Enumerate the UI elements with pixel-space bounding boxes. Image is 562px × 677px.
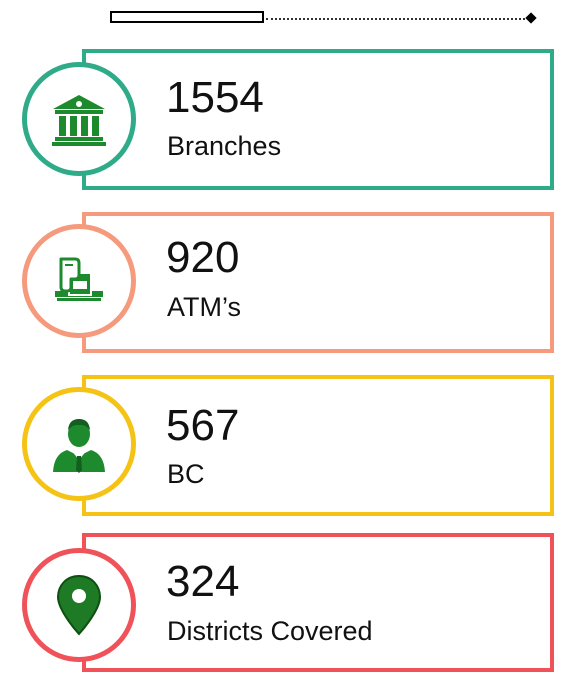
stat-label-atms: ATM’s xyxy=(167,292,241,322)
stat-box-branches xyxy=(82,49,554,190)
header-dotted-line xyxy=(266,18,529,20)
stat-box-districts xyxy=(82,533,554,672)
bank-building-icon xyxy=(52,95,106,146)
stat-value-districts: 324 xyxy=(166,557,240,606)
header-bar xyxy=(110,11,264,23)
stat-label-districts: Districts Covered xyxy=(167,616,373,646)
stat-value-bc: 567 xyxy=(166,401,240,450)
location-pin-icon xyxy=(56,574,102,636)
stat-icon-circle-bc xyxy=(22,387,136,501)
stat-value-branches: 1554 xyxy=(166,73,264,122)
stat-box-bc xyxy=(82,375,554,516)
stat-label-branches: Branches xyxy=(167,131,282,161)
stat-value-atms: 920 xyxy=(166,233,240,282)
stat-box-atms xyxy=(82,212,554,353)
atm-card-icon xyxy=(55,257,103,301)
person-icon xyxy=(53,419,105,473)
stat-label-bc: BC xyxy=(167,459,205,489)
stat-icon-circle-branches xyxy=(22,62,136,176)
header-diamond xyxy=(525,12,537,24)
stat-icon-circle-atms xyxy=(22,224,136,338)
stat-icon-circle-districts xyxy=(22,548,136,662)
